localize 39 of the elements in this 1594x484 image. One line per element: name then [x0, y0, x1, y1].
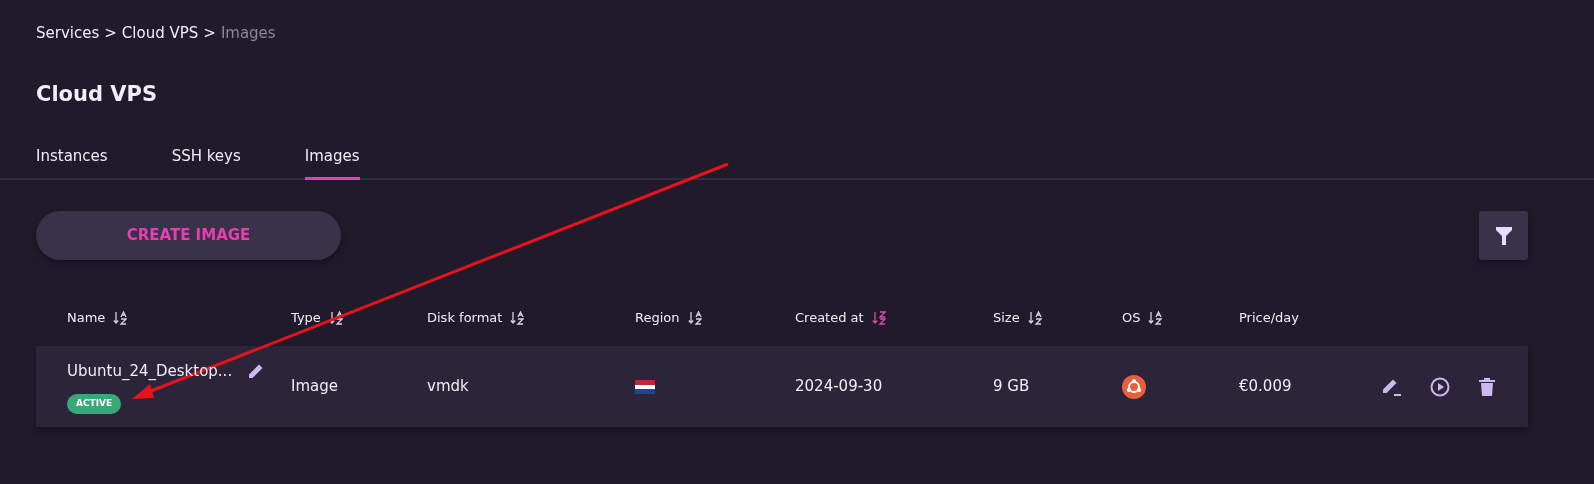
filter-button[interactable] [1479, 211, 1528, 260]
os-logo-icon [1122, 374, 1146, 399]
flag-icon [635, 379, 655, 394]
breadcrumb-link[interactable]: Services [36, 24, 100, 42]
edit-name-button[interactable] [248, 362, 265, 379]
breadcrumb-separator: > [203, 24, 216, 42]
column-header: Type [291, 309, 321, 328]
tab[interactable]: Images [304, 144, 360, 180]
delete-button[interactable] [1478, 376, 1496, 397]
breadcrumb-separator: > [104, 24, 117, 42]
table-cell-text: vmdk [427, 376, 470, 398]
column-header: Region [635, 309, 680, 328]
column-header: OS [1122, 309, 1141, 328]
column-header: Size [993, 309, 1020, 328]
filter-icon [1494, 225, 1513, 246]
table-cell-text: 9 GB [993, 376, 1031, 398]
sort-icon[interactable] [1148, 311, 1163, 325]
table-cell-text: 2024-09-30 [795, 376, 884, 398]
column-header: Price/day [1239, 309, 1299, 328]
sort-icon[interactable] [687, 311, 702, 325]
column-header: Created at [795, 309, 864, 328]
trash-icon [1478, 376, 1496, 397]
page-title: Cloud VPS [36, 81, 159, 108]
status-badge: ACTIVE [67, 394, 122, 414]
table-cell-text: €0.009 [1239, 376, 1293, 398]
breadcrumb-link[interactable]: Cloud VPS [121, 24, 199, 42]
tab[interactable]: Instances [36, 144, 108, 180]
sort-icon[interactable] [510, 311, 525, 325]
pencil-icon [248, 362, 265, 379]
table-cell-text: Image [291, 376, 339, 398]
start-button[interactable] [1430, 376, 1450, 397]
column-header: Name [67, 309, 106, 328]
column-header: Disk format [427, 309, 503, 328]
sort-icon[interactable] [1027, 311, 1042, 325]
sort-icon[interactable] [113, 311, 128, 325]
play-icon [1430, 376, 1450, 397]
tab[interactable]: SSH keys [171, 144, 241, 180]
breadcrumb-current: Images [220, 24, 276, 42]
sort-icon[interactable] [328, 311, 343, 325]
